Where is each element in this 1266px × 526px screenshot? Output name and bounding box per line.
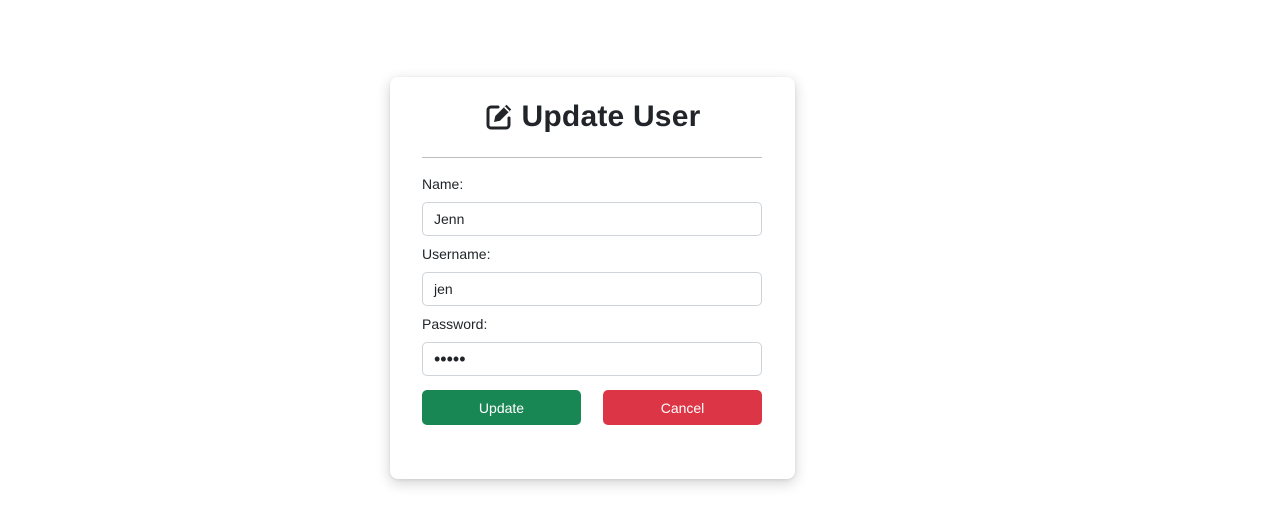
form-actions: Update Cancel (422, 390, 762, 425)
page-title: Update User (521, 100, 701, 133)
name-label: Name: (422, 176, 464, 192)
name-field[interactable]: Jenn (422, 202, 762, 236)
update-user-card: Update User Name: Jenn Username: jen Pas… (390, 77, 795, 479)
update-button[interactable]: Update (422, 390, 581, 425)
username-label: Username: (422, 246, 491, 262)
password-label: Password: (422, 316, 488, 332)
password-field[interactable]: ••••• (422, 342, 762, 376)
form-header: Update User (422, 77, 762, 157)
username-field[interactable]: jen (422, 272, 762, 306)
cancel-button[interactable]: Cancel (603, 390, 762, 425)
edit-icon (484, 102, 514, 132)
divider (422, 157, 762, 158)
